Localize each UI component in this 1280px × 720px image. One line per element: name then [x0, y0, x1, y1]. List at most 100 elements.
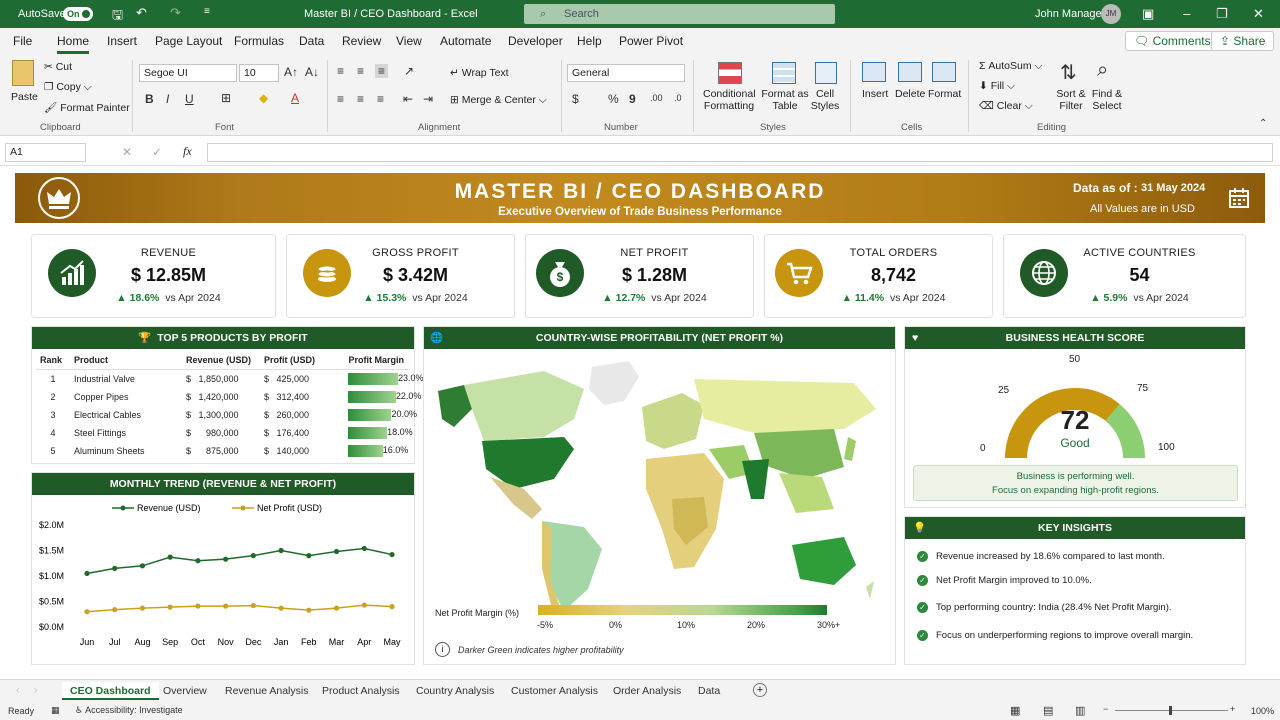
comments-button[interactable]: 🗨 Comments — [1125, 31, 1220, 51]
align-middle-icon[interactable]: ≡ — [357, 64, 364, 78]
page-break-view-icon[interactable]: ▥ — [1075, 704, 1085, 717]
menu-review[interactable]: Review — [342, 34, 381, 48]
paste-button[interactable]: Paste — [11, 91, 38, 103]
increase-font-icon[interactable]: A↑ — [284, 65, 298, 79]
page-layout-view-icon[interactable]: ▤ — [1043, 704, 1053, 717]
tab-data[interactable]: Data — [690, 682, 728, 700]
menu-insert[interactable]: Insert — [107, 34, 137, 48]
restore-icon[interactable]: ❐ — [1216, 6, 1228, 22]
tab-customer-analysis[interactable]: Customer Analysis — [503, 682, 606, 700]
sort-filter-icon[interactable]: ⇅ — [1060, 60, 1077, 85]
insert-cells-button[interactable]: Insert — [862, 88, 888, 100]
menu-automate[interactable]: Automate — [440, 34, 491, 48]
find-select-button[interactable]: Find & Select — [1088, 88, 1126, 112]
avatar[interactable]: JM — [1101, 4, 1121, 24]
format-cells-icon[interactable] — [932, 62, 956, 82]
close-icon[interactable]: ✕ — [1253, 6, 1264, 22]
decrease-font-icon[interactable]: A↓ — [305, 65, 319, 79]
menu-developer[interactable]: Developer — [508, 34, 563, 48]
cell-styles-button[interactable]: Cell Styles — [806, 88, 844, 112]
search-box[interactable]: ⌕ Search — [524, 4, 835, 24]
align-bottom-icon[interactable]: ≡ — [375, 64, 389, 78]
cell-styles-icon[interactable] — [815, 62, 837, 84]
fill-button[interactable]: ⬇ Fill ⌵ — [979, 80, 1015, 93]
share-button[interactable]: ⇪ Share — [1211, 31, 1275, 51]
find-select-icon[interactable]: ⌕ — [1097, 59, 1108, 82]
tab-ceo-dashboard[interactable]: CEO Dashboard — [62, 682, 159, 700]
align-top-icon[interactable]: ≡ — [337, 64, 344, 78]
undo-icon[interactable]: ↶ — [136, 5, 147, 21]
borders-icon[interactable]: ⊞ — [221, 91, 231, 105]
decrease-indent-icon[interactable]: ⇤ — [403, 92, 413, 106]
menu-file[interactable]: File — [13, 34, 32, 48]
menu-page-layout[interactable]: Page Layout — [155, 34, 222, 48]
tab-order-analysis[interactable]: Order Analysis — [605, 682, 689, 700]
zoom-thumb[interactable] — [1169, 706, 1172, 715]
font-color-icon[interactable]: A — [291, 91, 299, 105]
wrap-text-button[interactable]: ↵ Wrap Text — [450, 67, 509, 79]
delete-cells-button[interactable]: Delete — [895, 88, 925, 100]
save-icon[interactable]: 🖫 — [112, 6, 123, 28]
copy-button[interactable]: ❐ Copy ⌵ — [44, 81, 92, 94]
add-sheet-icon[interactable]: + — [753, 683, 767, 697]
cancel-icon[interactable]: ✕ — [122, 145, 132, 159]
menu-view[interactable]: View — [396, 34, 422, 48]
decrease-decimal-icon[interactable]: .0 — [674, 93, 682, 103]
paste-icon[interactable] — [12, 60, 34, 86]
enter-icon[interactable]: ✓ — [152, 145, 162, 159]
name-box[interactable]: A1 — [5, 143, 86, 162]
delete-cells-icon[interactable] — [898, 62, 922, 82]
info-icon[interactable]: i — [435, 642, 450, 657]
underline-icon[interactable]: U — [185, 92, 194, 106]
align-left-icon[interactable]: ≡ — [337, 92, 344, 106]
customize-qat-icon[interactable]: ≡ — [204, 6, 210, 17]
currency-icon[interactable]: $ — [572, 92, 579, 106]
macro-icon[interactable]: ▦ — [51, 705, 60, 716]
tab-revenue-analysis[interactable]: Revenue Analysis — [217, 682, 316, 700]
percent-icon[interactable]: % — [608, 92, 619, 106]
collapse-ribbon-icon[interactable]: ⌃ — [1259, 118, 1267, 129]
menu-home[interactable]: Home — [57, 34, 90, 54]
minimize-icon[interactable]: – — [1183, 6, 1190, 21]
orientation-icon[interactable]: ↗ — [404, 64, 414, 78]
format-as-table-button[interactable]: Format as Table — [760, 88, 810, 112]
align-right-icon[interactable]: ≡ — [377, 92, 384, 106]
scroll-left-icon[interactable]: ‹ — [16, 684, 20, 696]
increase-indent-icon[interactable]: ⇥ — [423, 92, 433, 106]
increase-decimal-icon[interactable]: .00 — [650, 93, 663, 103]
menu-formulas[interactable]: Formulas — [234, 34, 284, 48]
insert-cells-icon[interactable] — [862, 62, 886, 82]
format-painter-button[interactable]: 🖌 Format Painter — [44, 101, 130, 114]
clear-button[interactable]: ⌫ Clear ⌵ — [979, 100, 1033, 113]
zoom-in-icon[interactable]: + — [1230, 704, 1235, 714]
number-format-select[interactable]: General — [567, 64, 685, 82]
tab-country-analysis[interactable]: Country Analysis — [408, 682, 502, 700]
zoom-level[interactable]: 100% — [1251, 706, 1274, 716]
menu-help[interactable]: Help — [577, 34, 602, 48]
bold-icon[interactable]: B — [145, 92, 154, 106]
format-cells-button[interactable]: Format — [928, 88, 961, 100]
font-name-select[interactable]: Segoe UI — [139, 64, 237, 82]
autosum-button[interactable]: Σ AutoSum ⌵ — [979, 60, 1043, 73]
autosave-toggle[interactable]: On — [63, 7, 93, 21]
redo-icon[interactable]: ↷ — [170, 5, 181, 21]
ribbon-display-icon[interactable]: ▣ — [1142, 6, 1154, 22]
sort-filter-button[interactable]: Sort & Filter — [1053, 88, 1089, 112]
conditional-formatting-button[interactable]: Conditional Formatting — [703, 88, 756, 112]
conditional-formatting-icon[interactable] — [718, 62, 742, 84]
formula-input[interactable] — [207, 143, 1273, 162]
merge-center-button[interactable]: ⊞ Merge & Center ⌵ — [450, 94, 547, 107]
tab-product-analysis[interactable]: Product Analysis — [314, 682, 408, 700]
align-center-icon[interactable]: ≡ — [357, 92, 364, 106]
format-as-table-icon[interactable] — [772, 62, 796, 84]
comma-icon[interactable]: 9 — [629, 92, 636, 106]
zoom-out-icon[interactable]: − — [1103, 704, 1108, 714]
function-icon[interactable]: fx — [183, 144, 192, 159]
italic-icon[interactable]: I — [166, 92, 169, 106]
cut-button[interactable]: ✂ Cut — [44, 61, 72, 73]
menu-data[interactable]: Data — [299, 34, 324, 48]
accessibility-status[interactable]: ♿ Accessibility: Investigate — [75, 705, 183, 716]
menu-power-pivot[interactable]: Power Pivot — [619, 34, 683, 48]
normal-view-icon[interactable]: ▦ — [1010, 704, 1020, 717]
font-size-select[interactable]: 10 — [239, 64, 279, 82]
